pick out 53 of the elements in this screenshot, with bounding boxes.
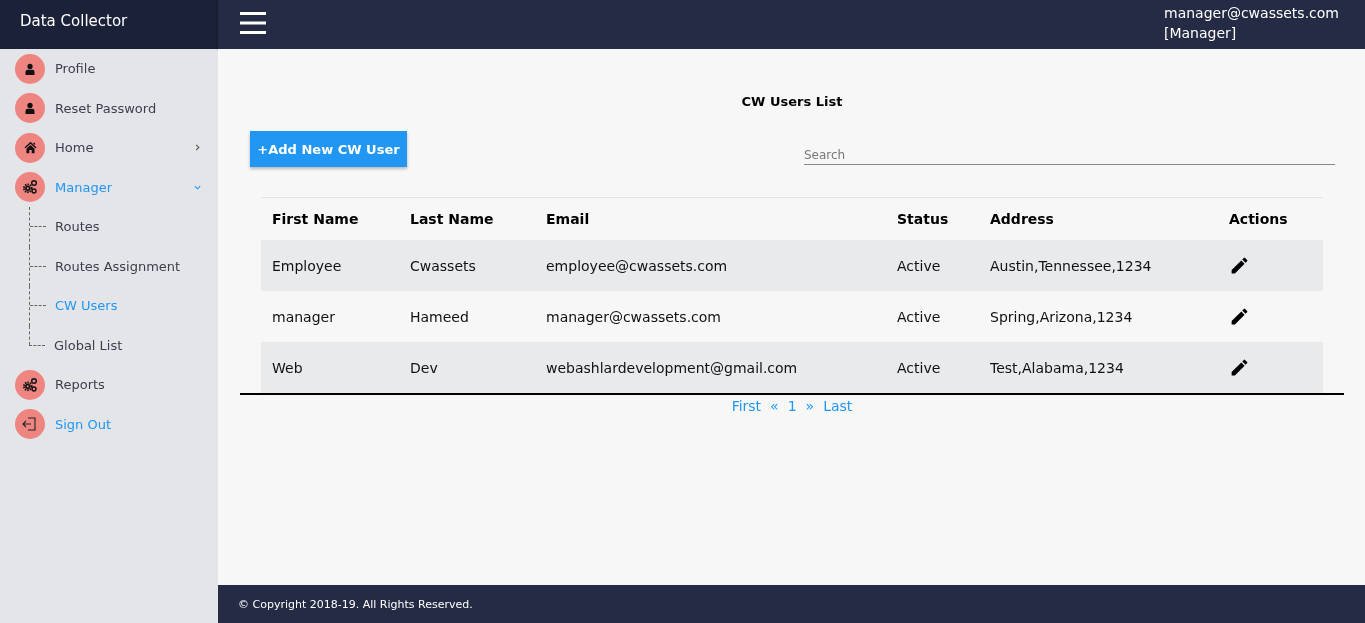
submenu-item[interactable]: Routes Assignment (55, 258, 181, 274)
edit-icon[interactable] (1229, 357, 1250, 378)
table-cell: Dev (399, 342, 535, 393)
user-email: manager@cwassets.com (1164, 4, 1339, 23)
person-icon (24, 102, 36, 115)
pagination-link[interactable]: » (805, 398, 815, 414)
table-cell: manager@cwassets.com (535, 291, 886, 342)
sidebar-item[interactable]: Profile (0, 49, 218, 89)
column-header: Last Name (399, 197, 535, 240)
table-cell: Austin,Tennessee,1234 (979, 240, 1218, 291)
copyright-text: © Copyright 2018-19. All Rights Reserved. (238, 597, 473, 611)
column-header: Status (886, 197, 979, 240)
submenu-item[interactable]: Routes (55, 219, 100, 235)
submenu-item[interactable]: Global List (54, 337, 123, 353)
column-header: Actions (1218, 197, 1323, 240)
table-cell: Web (261, 342, 399, 393)
column-header: First Name (261, 197, 399, 240)
table-cell: Cwassets (399, 240, 535, 291)
page-title: CW Users List (740, 94, 844, 109)
user-role: [Manager] (1164, 24, 1238, 43)
table-cell: manager (261, 291, 399, 342)
add-user-button[interactable]: +Add New CW User (250, 131, 407, 167)
table-cell: Active (886, 291, 979, 342)
sidebar-item[interactable]: Reports (0, 365, 218, 405)
sign-out-icon (22, 416, 38, 433)
person-icon (24, 62, 36, 75)
sidebar-item[interactable]: Reset Password (0, 88, 218, 128)
edit-icon[interactable] (1229, 306, 1250, 327)
table-cell: Active (886, 342, 979, 393)
table-cell: employee@cwassets.com (535, 240, 886, 291)
table-cell: Spring,Arizona,1234 (979, 291, 1218, 342)
column-header: Address (979, 197, 1218, 240)
sidebar-item[interactable]: Home (0, 128, 218, 168)
table-cell: Test,Alabama,1234 (979, 342, 1218, 393)
edit-icon[interactable] (1229, 255, 1250, 276)
pagination-link[interactable]: Last (823, 398, 853, 414)
table-cell: Hameed (399, 291, 535, 342)
gears-icon (22, 376, 38, 393)
table-cell: Employee (261, 240, 399, 291)
pagination-link[interactable]: 1 (787, 398, 797, 414)
app-title: Data Collector (20, 11, 128, 30)
pagination-link[interactable]: « (770, 398, 779, 414)
home-icon (23, 141, 37, 155)
menu-icon[interactable] (240, 11, 266, 34)
search-field[interactable]: Search (804, 146, 1335, 165)
table-cell: Active (886, 240, 979, 291)
table-cell: webashlardevelopment@gmail.com (535, 342, 886, 393)
sidebar-item[interactable]: Manager (0, 167, 218, 207)
sidebar-item[interactable]: Sign Out (0, 404, 218, 444)
pagination-link[interactable]: First (731, 398, 762, 414)
column-header: Email (535, 197, 886, 240)
submenu-item[interactable]: CW Users (55, 298, 118, 314)
gears-icon (22, 179, 38, 196)
